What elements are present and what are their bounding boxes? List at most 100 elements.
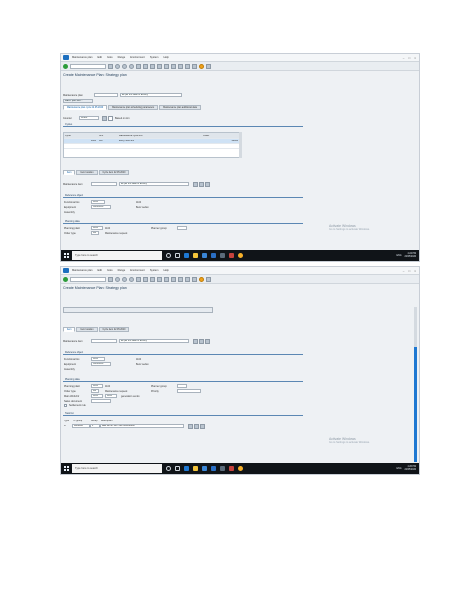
vertical-scrollbar[interactable] — [414, 307, 417, 462]
edge-icon[interactable] — [184, 253, 189, 258]
taskbar-clock[interactable]: 4:26 PM 22/05/2020 — [405, 466, 417, 472]
task-list-display-icon[interactable] — [188, 424, 193, 429]
language-indicator[interactable]: ENG — [397, 468, 402, 470]
cell-group[interactable]: 1 — [90, 423, 100, 428]
cell-cycle[interactable]: 5000 — [64, 140, 98, 142]
priority-select[interactable] — [177, 389, 201, 393]
equipment-input[interactable]: 30030038 — [91, 205, 111, 209]
print-icon[interactable] — [136, 63, 141, 69]
sap-logon-icon[interactable] — [220, 466, 225, 471]
cell-unit[interactable]: KM — [98, 140, 118, 142]
close-icon[interactable]: × — [414, 56, 416, 60]
sap-gui-icon[interactable] — [229, 253, 234, 258]
edge-icon[interactable] — [184, 466, 189, 471]
language-indicator[interactable]: ENG — [397, 255, 402, 257]
command-field[interactable] — [70, 63, 106, 69]
find-next-icon[interactable] — [150, 63, 155, 69]
cancel-icon[interactable] — [129, 63, 134, 69]
menu-maintenance-plan[interactable]: Maintenance plan — [72, 269, 92, 272]
functional-loc-input[interactable]: 1104 — [91, 200, 105, 204]
chrome-icon[interactable] — [238, 466, 243, 471]
new-session-icon[interactable] — [185, 276, 190, 282]
windows-start-icon[interactable] — [64, 466, 69, 471]
menu-system[interactable]: System — [150, 56, 159, 59]
main-workctr-input[interactable]: 1104 — [91, 394, 103, 398]
enter-icon[interactable] — [63, 276, 68, 282]
counter-input[interactable]: 11484 — [79, 116, 99, 120]
functional-loc-input[interactable]: 1104 — [91, 357, 105, 361]
menu-help[interactable]: Help — [163, 56, 168, 59]
file-explorer-icon[interactable] — [193, 466, 198, 471]
main-workctr-plant-input[interactable]: 1104 — [105, 394, 117, 398]
cortana-icon[interactable] — [166, 466, 171, 471]
menu-edit[interactable]: Edit — [97, 56, 101, 59]
print-icon[interactable] — [136, 276, 141, 282]
prev-page-icon[interactable] — [164, 63, 169, 69]
sap-gui-icon[interactable] — [229, 466, 234, 471]
new-session-icon[interactable] — [185, 63, 190, 69]
equipment-input[interactable]: 30030038 — [91, 362, 111, 366]
save-icon[interactable] — [108, 63, 113, 69]
task-list-select-icon[interactable] — [194, 424, 199, 429]
store-icon[interactable] — [202, 466, 207, 471]
next-page-icon[interactable] — [171, 63, 176, 69]
prev-page-icon[interactable] — [164, 276, 169, 282]
task-view-icon[interactable] — [175, 466, 180, 471]
cell-description[interactable]: task list for veh. 001-000048000 — [100, 423, 184, 428]
tab-item-location[interactable]: Item location — [76, 327, 98, 332]
next-page-icon[interactable] — [171, 276, 176, 282]
find-icon[interactable] — [143, 63, 148, 69]
maintenance-item-desc-input[interactable]: as per km base of activity — [119, 339, 189, 343]
mail-icon[interactable] — [211, 466, 216, 471]
cell-offset[interactable]: 20000 — [202, 140, 240, 142]
find-next-icon[interactable] — [150, 276, 155, 282]
layout-icon[interactable] — [206, 276, 211, 282]
table-row[interactable] — [64, 148, 240, 153]
maintenance-item-desc-input[interactable]: as per km base of activity — [119, 182, 189, 186]
copy-icon[interactable] — [199, 182, 204, 187]
menu-goto[interactable]: Goto — [107, 56, 113, 59]
menu-goto[interactable]: Goto — [107, 269, 113, 272]
cycles-scrollbar[interactable] — [239, 132, 242, 158]
tab-cycle-item[interactable]: Cycle item 22.05.2020 — [98, 327, 130, 332]
menu-maintenance-plan[interactable]: Maintenance plan — [72, 56, 92, 59]
sap-logon-icon[interactable] — [220, 253, 225, 258]
tab-item-location[interactable]: Item location — [76, 170, 98, 175]
shortcut-icon[interactable] — [192, 276, 197, 282]
exit-icon[interactable] — [122, 63, 127, 69]
menu-system[interactable]: System — [150, 269, 159, 272]
tab-scheduling-parameters[interactable]: Maintenance plan scheduling parameters — [108, 105, 159, 110]
find-icon[interactable] — [143, 276, 148, 282]
maximize-icon[interactable]: □ — [408, 56, 410, 60]
order-type-input[interactable]: M1 — [91, 231, 99, 235]
layout-icon[interactable] — [206, 63, 211, 69]
task-view-icon[interactable] — [175, 253, 180, 258]
tab-item[interactable]: Item — [63, 327, 76, 332]
details-icon[interactable] — [205, 339, 210, 344]
cell-cycle-text[interactable]: every 5000 km — [118, 140, 202, 142]
long-text-icon[interactable] — [193, 339, 198, 344]
save-icon[interactable] — [108, 276, 113, 282]
first-page-icon[interactable] — [157, 63, 162, 69]
order-type-input[interactable]: M1 — [91, 389, 99, 393]
tab-maintenance-plan-cycle[interactable]: Maintenance plan cycle 22.05.2020 — [63, 105, 108, 110]
based-on-km-checkbox[interactable] — [108, 116, 113, 121]
exit-icon[interactable] — [122, 276, 127, 282]
cell-tl-group[interactable]: 8000128 — [72, 423, 90, 428]
help-icon[interactable] — [199, 276, 204, 282]
maint-plan-hierarchy-button[interactable]: Maint. plan hier... — [63, 99, 93, 103]
planner-group-input[interactable] — [177, 384, 187, 388]
file-explorer-icon[interactable] — [193, 253, 198, 258]
maintenance-item-input[interactable] — [91, 339, 117, 343]
tab-additional-data[interactable]: Maintenance plan additional data — [159, 105, 201, 110]
cell-type[interactable]: A — [63, 425, 72, 427]
menu-help[interactable]: Help — [163, 269, 168, 272]
menu-range[interactable]: Range — [118, 269, 126, 272]
menu-edit[interactable]: Edit — [97, 269, 101, 272]
command-field[interactable] — [70, 276, 106, 282]
menu-environment[interactable]: Environment — [130, 269, 145, 272]
copy-icon[interactable] — [199, 339, 204, 344]
planning-plant-input[interactable]: 1104 — [91, 226, 103, 230]
taskbar-search-input[interactable]: Type here to search — [72, 251, 162, 260]
windows-start-icon[interactable] — [64, 253, 69, 258]
